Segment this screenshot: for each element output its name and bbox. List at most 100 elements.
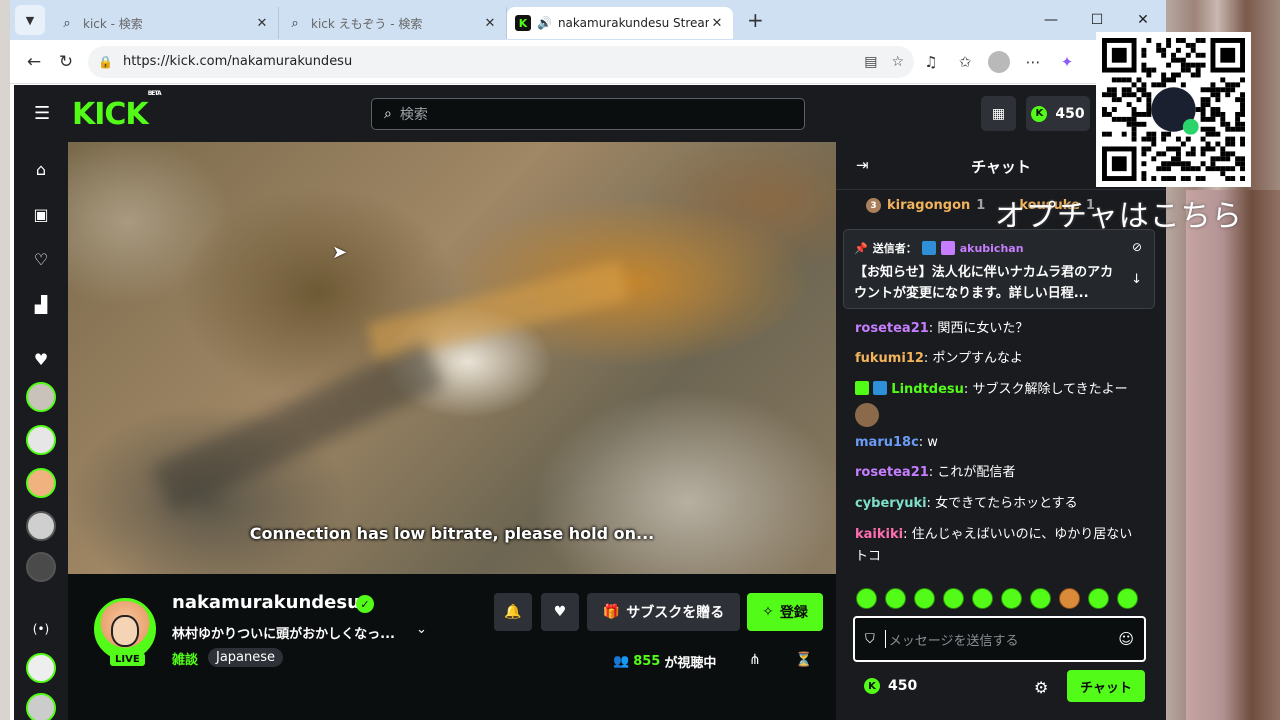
emote-button[interactable] (1059, 588, 1080, 609)
chat-username[interactable]: cyberyuki (855, 496, 927, 511)
browse-icon[interactable]: ▣ (29, 202, 53, 226)
emote-button[interactable] (885, 588, 906, 609)
logo-text: KICK (72, 97, 149, 132)
store-icon: ▦ (991, 105, 1006, 122)
close-icon[interactable]: ✕ (709, 16, 725, 31)
quick-emotes (856, 588, 1138, 609)
subscriber-badge-icon (855, 381, 869, 395)
lock-icon[interactable]: 🔒 (98, 55, 113, 69)
pinned-by-label: 送信者： (872, 242, 917, 255)
hide-eye-icon[interactable]: ⊘ (1132, 240, 1142, 254)
tab-search-1[interactable]: ⌕ kick - 検索 ✕ (51, 7, 279, 39)
search-icon: ⌕ (384, 106, 392, 122)
favorite-star-icon[interactable]: ☆ (891, 54, 904, 70)
channel-name[interactable]: nakamurakundesu (172, 592, 360, 613)
emote-button[interactable] (856, 588, 877, 609)
viewer-number: 855 (633, 654, 661, 669)
bitrate-warning: Connection has low bitrate, please hold … (249, 524, 655, 543)
emote-button[interactable] (1117, 588, 1138, 609)
search-input[interactable]: ⌕ 検索 (371, 98, 805, 130)
category-link[interactable]: 雑談 (172, 649, 198, 668)
close-icon[interactable]: ✕ (482, 16, 498, 31)
search-icon: ⌕ (63, 15, 71, 31)
emote-button[interactable] (1088, 588, 1109, 609)
emote-button[interactable] (943, 588, 964, 609)
followed-channel-avatar[interactable] (26, 425, 56, 455)
emote-button[interactable] (1001, 588, 1022, 609)
clip-icon[interactable]: ⏳ (795, 652, 812, 668)
emote-button[interactable] (972, 588, 993, 609)
followed-channel-avatar[interactable] (26, 468, 56, 498)
favorites-icon[interactable]: ✩ (948, 53, 982, 71)
minimize-button[interactable]: — (1028, 0, 1074, 40)
text-caret (884, 630, 886, 648)
arrow-down-icon[interactable]: ↓ (1131, 272, 1142, 287)
pinned-message[interactable]: 📌 送信者： akubichan 【お知らせ】法人化に伴いナカムラ君のアカウント… (843, 229, 1155, 309)
chat-text: 女できてたらホッとする (935, 496, 1078, 511)
mouse-cursor-icon: ➤ (332, 242, 348, 263)
more-icon[interactable]: ⋯ (1016, 53, 1050, 71)
chat-username[interactable]: maru18c (855, 435, 919, 450)
close-icon[interactable]: ✕ (254, 16, 270, 31)
heart-outline-icon[interactable]: ♡ (29, 247, 53, 271)
chat-username[interactable]: kaikiki (855, 527, 903, 542)
follow-heart-button[interactable]: ♥ (541, 593, 579, 631)
kick-logo[interactable]: KICKBETA (72, 90, 162, 132)
back-button[interactable]: ← (18, 46, 50, 78)
new-tab-button[interactable]: + (747, 8, 764, 32)
chat-message-input[interactable]: ⛉ メッセージを送信する ☺ (853, 616, 1146, 662)
refresh-button[interactable]: ↻ (50, 46, 82, 78)
chat-text: ポンプすんなよ (932, 351, 1024, 366)
copilot-icon[interactable]: ✦ (1050, 53, 1084, 71)
chat-points[interactable]: K 450 (864, 678, 917, 694)
emote-button[interactable] (914, 588, 935, 609)
recommended-channel-avatar[interactable] (26, 653, 56, 683)
chat-text: w (927, 435, 938, 450)
video-player[interactable]: ➤ Connection has low bitrate, please hol… (68, 142, 836, 574)
home-icon[interactable]: ⌂ (29, 157, 53, 181)
subscribe-label: 登録 (779, 605, 808, 621)
recommended-channel-avatar[interactable] (26, 693, 56, 720)
chat-send-button[interactable]: チャット (1067, 670, 1145, 702)
stream-title: 林村ゆかりついに頭がおかしくなっ... (172, 627, 395, 642)
url-bar[interactable]: 🔒 https://kick.com/nakamurakundesu ▤ ☆ (88, 45, 914, 78)
reader-view-icon[interactable]: ▤ (864, 54, 877, 70)
tab-actions-menu[interactable]: ▼ (15, 5, 45, 35)
emote-button[interactable] (1030, 588, 1051, 609)
share-icon[interactable]: ⋔ (749, 652, 761, 668)
emoji-picker-icon[interactable]: ☺ (1118, 630, 1134, 648)
points-button[interactable]: K 450 (1026, 96, 1090, 131)
chat-username[interactable]: Lindtdesu (891, 382, 964, 397)
chat-username[interactable]: rosetea21 (855, 465, 929, 480)
subscribe-button[interactable]: ✧ 登録 (747, 593, 823, 631)
chat-message: Lindtdesu: サブスク解除してきたよー (855, 379, 1145, 427)
qr-code-graphic (1102, 38, 1245, 181)
channel-avatar[interactable] (94, 598, 156, 660)
followed-channel-avatar[interactable] (26, 382, 56, 412)
chat-username[interactable]: fukumi12 (855, 351, 924, 366)
gift-sub-button[interactable]: 🎁 サブスクを贈る (587, 593, 740, 631)
media-control-icon[interactable]: ♫ (914, 53, 948, 71)
hamburger-menu-icon[interactable]: ☰ (34, 103, 50, 124)
language-tag[interactable]: Japanese (208, 648, 284, 667)
leaderboard-icon[interactable]: ▟ (29, 292, 53, 316)
viewers-icon: 👥 (613, 654, 630, 669)
followed-channel-avatar[interactable] (26, 552, 56, 582)
moderator-badge-icon (873, 381, 888, 395)
chat-username[interactable]: rosetea21 (855, 321, 929, 336)
tab-kick-stream[interactable]: K 🔊 nakamurakundesu Stream - W ✕ (507, 7, 733, 39)
gifter-name[interactable]: kiragongon (887, 198, 970, 213)
tab-title: kick えもぞう - 検索 (311, 16, 423, 31)
pinned-sender[interactable]: akubichan (960, 242, 1024, 255)
search-placeholder: 検索 (399, 107, 428, 123)
gift-icon: 🎁 (602, 604, 621, 620)
speaker-icon[interactable]: 🔊 (537, 16, 552, 30)
store-button[interactable]: ▦ (981, 96, 1016, 131)
chat-settings-gear-icon[interactable]: ⚙ (1034, 678, 1048, 697)
notification-bell-button[interactable]: 🔔 (494, 593, 532, 631)
chevron-down-icon[interactable]: ⌄ (416, 622, 427, 637)
tab-search-2[interactable]: ⌕ kick えもぞう - 検索 ✕ (279, 7, 507, 39)
shield-icon[interactable]: ⛉ (865, 632, 875, 647)
profile-avatar[interactable] (988, 50, 1010, 73)
followed-channel-avatar[interactable] (26, 511, 56, 541)
